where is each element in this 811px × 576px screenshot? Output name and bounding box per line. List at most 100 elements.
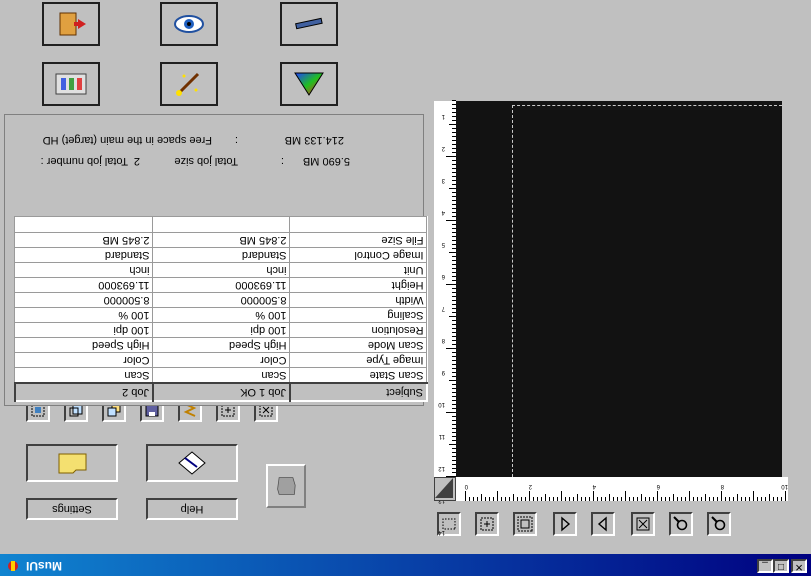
pen-icon [295, 17, 323, 30]
close-window-button[interactable]: ✕ [791, 559, 807, 573]
ruler-tick [617, 497, 618, 501]
ruler-tick [581, 497, 582, 501]
zoom-tool-a[interactable] [707, 512, 731, 536]
ruler-corner [434, 477, 456, 501]
table-cell-box: Standard [153, 248, 290, 263]
table-row[interactable]: Unit inch inch [15, 263, 427, 278]
table-row[interactable]: Scan Mode High Speed High Speed [15, 338, 427, 353]
ruler-tick [649, 497, 650, 501]
table-row[interactable]: Scan State Scan Scan [15, 368, 427, 383]
scan-area-selection[interactable] [512, 105, 782, 477]
minimize-window-button[interactable]: _ [757, 559, 773, 573]
ruler-tick [509, 497, 510, 501]
table-row[interactable]: Image Control Standard Standard [15, 248, 427, 263]
ruler-tick [505, 497, 506, 501]
ruler-y-label: 1 [441, 113, 445, 119]
table-header: Job 1 OK [153, 383, 290, 401]
ruler-tick [657, 491, 658, 501]
ruler-tick [446, 284, 456, 285]
ruler-tick [769, 494, 770, 501]
table-header: Job 2 [15, 383, 153, 401]
ruler-tick [605, 497, 606, 501]
ruler-tick [761, 497, 762, 501]
ruler-y-label: 10 [438, 401, 445, 407]
ruler-y-label: 2 [441, 145, 445, 151]
ruler-tick [537, 497, 538, 501]
color-palette-icon [55, 73, 87, 95]
clear-selection-tool[interactable] [631, 512, 655, 536]
table-row[interactable]: Width 8.500000 8.500000 [15, 293, 427, 308]
help-button[interactable]: Help [146, 498, 238, 520]
table-cell-box: 100 % [15, 308, 153, 323]
exit-button[interactable] [42, 2, 100, 46]
ruler-tick [493, 497, 494, 501]
ruler-tick [741, 497, 742, 501]
ruler-tick [489, 497, 490, 501]
zoom-tool-b[interactable] [669, 512, 693, 536]
table-row[interactable]: Resolution 100 dpi 100 dpi [15, 323, 427, 338]
view-eye-button[interactable] [160, 2, 218, 46]
job-panel: Help Settings Subject Job 1 OK Job 2 Scan S… [0, 0, 434, 554]
ruler-tick [629, 497, 630, 501]
preview-canvas[interactable] [456, 101, 782, 477]
settings-image-button[interactable] [26, 444, 118, 482]
ruler-tick [661, 497, 662, 501]
magic-wand-button[interactable] [160, 62, 218, 106]
ruler-tick [693, 497, 694, 501]
table-cell-box: Image Control [290, 248, 427, 263]
ruler-tick [609, 494, 610, 501]
table-cell-box: 11.693000 [153, 278, 290, 293]
ruler-tick [449, 380, 456, 381]
ruler-x-label: 4 [592, 483, 596, 489]
table-cell-box: Resolution [290, 323, 427, 338]
table-cell-box: High Speed [15, 338, 153, 353]
ruler-tick [573, 497, 574, 501]
help-image-button[interactable] [146, 444, 238, 482]
table-row[interactable]: File Size 2.845 MB 2.845 MB [15, 233, 427, 248]
table-cell-box: 11.693000 [15, 278, 153, 293]
title-bar: ✕ □ _ MusUI [0, 554, 811, 576]
ruler-tick [473, 497, 474, 501]
ruler-tick [781, 497, 782, 501]
ruler-tick [785, 491, 786, 501]
table-cell-box: 8.500000 [15, 293, 153, 308]
settings-button[interactable]: Settings [26, 498, 118, 520]
maximize-window-button[interactable]: □ [773, 559, 789, 573]
ruler-tick [446, 412, 456, 413]
ruler-tick [446, 220, 456, 221]
triangle-right-icon [597, 516, 607, 532]
table-cell-box: 100 dpi [153, 323, 290, 338]
ruler-x-label: 8 [720, 483, 724, 489]
ruler-y-label: 11 [438, 433, 445, 439]
table-cell: 8.500000 [103, 294, 150, 307]
preview-triangle-button[interactable] [280, 62, 338, 106]
folder-icon [58, 453, 87, 474]
app-icon [8, 561, 18, 571]
preview-panel: 0246810 1234567891011121314 [434, 0, 811, 554]
table-row[interactable]: Image Type Color Color [15, 353, 427, 368]
add-area-tool[interactable] [475, 512, 499, 536]
ruler-y-label: 5 [441, 241, 445, 247]
prev-tool[interactable] [553, 512, 577, 536]
next-tool[interactable] [591, 512, 615, 536]
document-icon-tile [266, 464, 306, 508]
ruler-tick [446, 348, 456, 349]
ruler-tick [569, 497, 570, 501]
free-space-label: Free space in the main (target) HD [42, 134, 212, 146]
table-cell: High Speed [92, 339, 150, 352]
color-palette-button[interactable] [42, 62, 100, 106]
ruler-tick [549, 497, 550, 501]
table-cell: 2.845 MB [239, 234, 287, 247]
fit-tool[interactable] [513, 512, 537, 536]
pen-button[interactable] [280, 2, 338, 46]
table-cell: Height [391, 279, 424, 292]
table-cell-box: High Speed [153, 338, 290, 353]
table-row[interactable]: Height 11.693000 11.693000 [15, 278, 427, 293]
ruler-tick [449, 316, 456, 317]
table-cell: 100 dpi [113, 324, 150, 337]
table-cell: inch [129, 264, 150, 277]
table-row[interactable]: Scaling 100 % 100 % [15, 308, 427, 323]
ruler-tick [517, 497, 518, 501]
ruler-tick [469, 497, 470, 501]
table-cell-box: inch [153, 263, 290, 278]
